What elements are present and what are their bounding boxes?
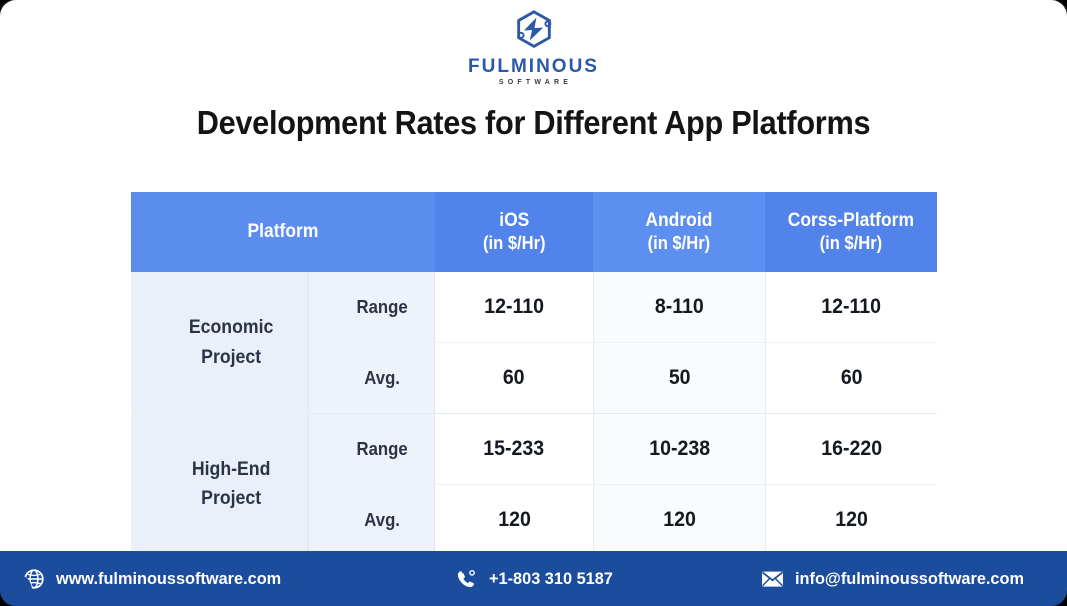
column-header-ios-unit: (in $/Hr) bbox=[482, 232, 546, 253]
row-group-label-high-end-line2: Project bbox=[201, 488, 262, 510]
footer-phone-text: +1-803 310 5187 bbox=[488, 568, 613, 588]
row-group-label-high-end-line1: High-End bbox=[191, 458, 271, 480]
value-high-end-range-ios: 15-233 bbox=[434, 413, 594, 485]
row-group-label-economic-line1: Economic bbox=[188, 317, 274, 339]
row-group-label-economic-line2: Project bbox=[201, 346, 262, 368]
rates-table-container: Platform iOS (in $/Hr) Android (in $/Hr)… bbox=[131, 192, 937, 551]
column-header-cross-platform: Corss-Platform (in $/Hr) bbox=[765, 192, 937, 272]
metric-label-economic-range: Range bbox=[308, 272, 436, 343]
column-header-cross-platform-label: Corss-Platform bbox=[787, 210, 915, 232]
table-row: Economic Project Range 12-110 8-110 12-1… bbox=[131, 272, 937, 414]
globe-icon bbox=[22, 567, 45, 590]
infographic-page: FULMINOUS SOFTWARE Development Rates for… bbox=[0, 0, 1067, 606]
page-title: Development Rates for Different App Plat… bbox=[196, 104, 871, 141]
metric-label-economic-avg: Avg. bbox=[308, 342, 436, 414]
footer-email[interactable]: info@fulminoussoftware.com bbox=[761, 567, 1034, 590]
metric-label-high-end-range: Range bbox=[308, 413, 436, 485]
brand-header: FULMINOUS SOFTWARE bbox=[0, 8, 1067, 96]
metric-label-high-end-avg: Avg. bbox=[308, 484, 436, 551]
value-high-end-avg-cross: 120 bbox=[765, 484, 937, 551]
row-group-label-economic: Economic Project bbox=[131, 272, 310, 414]
table-header: Platform iOS (in $/Hr) Android (in $/Hr)… bbox=[131, 192, 937, 272]
column-header-platform: Platform bbox=[131, 192, 435, 272]
column-header-ios-label: iOS bbox=[499, 210, 530, 232]
column-header-ios: iOS (in $/Hr) bbox=[434, 192, 594, 272]
footer-website[interactable]: www.fulminoussoftware.com bbox=[22, 567, 291, 590]
rates-table: Platform iOS (in $/Hr) Android (in $/Hr)… bbox=[131, 192, 937, 551]
value-high-end-avg-ios: 120 bbox=[434, 484, 594, 551]
footer-website-text: www.fulminoussoftware.com bbox=[56, 568, 282, 588]
footer-phone[interactable]: +1-803 310 5187 bbox=[455, 567, 618, 590]
table-body: Economic Project Range 12-110 8-110 12-1… bbox=[131, 272, 937, 551]
column-header-platform-label: Platform bbox=[247, 220, 319, 242]
phone-icon bbox=[455, 567, 478, 590]
column-header-android: Android (in $/Hr) bbox=[593, 192, 766, 272]
column-header-android-unit: (in $/Hr) bbox=[648, 232, 711, 253]
value-economic-avg-cross: 60 bbox=[765, 342, 937, 414]
value-high-end-range-cross: 16-220 bbox=[765, 413, 937, 485]
footer-email-text: info@fulminoussoftware.com bbox=[794, 568, 1024, 588]
envelope-icon bbox=[761, 567, 784, 590]
value-economic-range-android: 8-110 bbox=[593, 272, 766, 343]
table-row: High-End Project Range 15-233 10-238 16-… bbox=[131, 413, 937, 551]
fulminous-hexagon-bolt-logo-icon bbox=[516, 10, 551, 48]
row-group-label-high-end: High-End Project bbox=[131, 413, 310, 551]
column-header-cross-platform-unit: (in $/Hr) bbox=[819, 232, 883, 253]
value-economic-range-cross: 12-110 bbox=[765, 272, 937, 343]
value-high-end-avg-android: 120 bbox=[593, 484, 766, 551]
logo-subword: SOFTWARE bbox=[498, 79, 573, 86]
footer-contact-bar: www.fulminoussoftware.com +1-803 310 518… bbox=[0, 551, 1067, 606]
value-economic-avg-ios: 60 bbox=[434, 342, 594, 414]
value-economic-avg-android: 50 bbox=[593, 342, 766, 414]
value-economic-range-ios: 12-110 bbox=[434, 272, 594, 343]
value-high-end-range-android: 10-238 bbox=[593, 413, 766, 485]
column-header-android-label: Android bbox=[645, 210, 713, 232]
logo-wordmark: FULMINOUS bbox=[468, 56, 599, 77]
